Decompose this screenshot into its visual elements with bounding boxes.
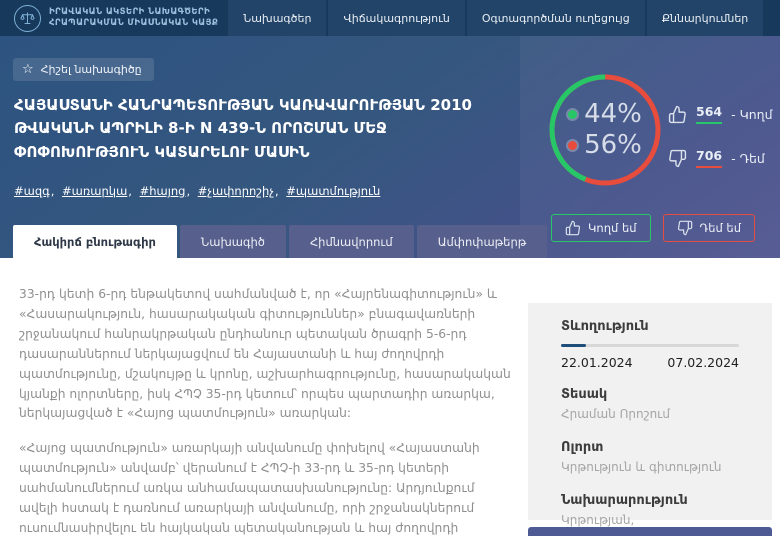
percent-against-row: 56% bbox=[568, 131, 642, 160]
draft-tabs: Հակիրճ բնութագիր Նախագիծ Հիմնավորում Ամփ… bbox=[13, 225, 547, 258]
thumbs-up-icon bbox=[668, 105, 687, 124]
votes-against-row: 706 - Դեմ bbox=[668, 148, 773, 168]
nav-item-user-guide[interactable]: Օգտագործման ուղեցույց bbox=[467, 0, 645, 36]
thumbs-down-icon bbox=[668, 149, 687, 168]
duration-progress-fill bbox=[561, 344, 586, 347]
vote-against-button-label: Դեմ եմ bbox=[700, 221, 741, 235]
start-date: 22.01.2024 bbox=[561, 355, 633, 370]
remember-draft-button[interactable]: ☆ Հիշել նախագիծը bbox=[13, 58, 154, 81]
percent-against-value: 56% bbox=[584, 131, 642, 160]
site-logo[interactable]: ԻՐԱՎԱԿԱՆ ԱԿՏԵՐԻ ՆԱԽԱԳԾԵՐԻ ՀՐԱՊԱՐԱԿՄԱՆ ՄԻ… bbox=[14, 5, 218, 32]
tab-draft[interactable]: Նախագիծ bbox=[180, 225, 286, 258]
vote-against-button[interactable]: Դեմ եմ bbox=[663, 214, 755, 242]
tab-summary[interactable]: Հակիրճ բնութագիր bbox=[13, 225, 177, 258]
star-icon: ☆ bbox=[22, 63, 34, 76]
draft-summary-text: 33-րդ կետի 6-րդ ենթակետով սահմանված է, ո… bbox=[19, 285, 511, 536]
end-date: 07.02.2024 bbox=[667, 355, 739, 370]
draft-hero-section: ☆ Հիշել նախագիծը ՀԱՅԱՍՏԱՆԻ ՀԱՆՐԱՊԵՏՈՒԹՅԱ… bbox=[0, 36, 780, 258]
tab-summary-sheet[interactable]: Ամփոփաթերթ bbox=[417, 225, 548, 258]
vote-for-button-label: Կողմ եմ bbox=[588, 221, 637, 235]
summary-paragraph: «Հայոց պատմություն» առարկայի անվանումը փ… bbox=[19, 439, 511, 536]
vote-buttons: Կողմ եմ Դեմ եմ bbox=[551, 214, 755, 242]
site-name: ԻՐԱՎԱԿԱՆ ԱԿՏԵՐԻ ՆԱԽԱԳԾԵՐԻ ՀՐԱՊԱՐԱԿՄԱՆ ՄԻ… bbox=[49, 7, 218, 30]
draft-title: ՀԱՅԱՍՏԱՆԻ ՀԱՆՐԱՊԵՏՈՒԹՅԱՆ ԿԱՌԱՎԱՐՈՒԹՅԱՆ 2… bbox=[14, 94, 519, 164]
hashtag-list: #ազգ, #առարկա, #հայոց, #չափորոշիչ, #պատմ… bbox=[14, 184, 380, 198]
votes-for-row: 564 - Կողմ bbox=[668, 104, 773, 124]
votes-against-count: 706 bbox=[696, 148, 722, 168]
duration-label: Տևողություն bbox=[561, 319, 739, 334]
tab-justification[interactable]: Հիմնավորում bbox=[289, 225, 414, 258]
thumbs-down-icon bbox=[677, 220, 693, 236]
top-header: ԻՐԱՎԱԿԱՆ ԱԿՏԵՐԻ ՆԱԽԱԳԾԵՐԻ ՀՐԱՊԱՐԱԿՄԱՆ ՄԻ… bbox=[0, 0, 780, 36]
type-section: Տեսակ Հրաման Որոշում bbox=[561, 387, 739, 423]
hashtag-link[interactable]: #առարկա bbox=[62, 184, 127, 198]
green-dot-icon bbox=[568, 110, 577, 119]
sector-label: Ոլորտ bbox=[561, 440, 739, 455]
votes-for-count: 564 bbox=[696, 104, 722, 124]
hashtag-link[interactable]: #ազգ bbox=[14, 184, 50, 198]
summary-paragraph: 33-րդ կետի 6-րդ ենթակետով սահմանված է, ո… bbox=[19, 285, 511, 424]
sector-section: Ոլորտ Կրթություն և գիտություն bbox=[561, 440, 739, 476]
type-value: Հրաման Որոշում bbox=[561, 406, 739, 423]
sector-value: Կրթություն և գիտություն bbox=[561, 459, 739, 476]
red-dot-icon bbox=[568, 141, 577, 150]
votes-for-label: - Կողմ bbox=[731, 107, 772, 122]
nav-item-drafts[interactable]: Նախագծեր bbox=[228, 0, 326, 36]
hashtag-link[interactable]: #չափորոշիչ bbox=[198, 184, 274, 198]
vote-counts: 564 - Կողմ 706 - Դեմ bbox=[668, 104, 773, 168]
votes-against-label: - Դեմ bbox=[731, 151, 765, 166]
percent-for-value: 44% bbox=[584, 100, 642, 129]
nav-item-statistics[interactable]: Վիճակագրություն bbox=[328, 0, 464, 36]
vote-donut-chart: 44% 56% bbox=[549, 74, 661, 186]
draft-info-card: Տևողություն 22.01.2024 07.02.2024 Տեսակ … bbox=[528, 303, 772, 520]
thumbs-up-icon bbox=[565, 220, 581, 236]
duration-progress-bar bbox=[561, 344, 739, 347]
scales-of-justice-icon bbox=[14, 5, 41, 32]
main-content: 33-րդ կետի 6-րդ ենթակետով սահմանված է, ո… bbox=[0, 258, 780, 536]
vote-for-button[interactable]: Կողմ եմ bbox=[551, 214, 651, 242]
main-nav: Նախագծեր Վիճակագրություն Օգտագործման ուղ… bbox=[228, 0, 763, 36]
percent-for-row: 44% bbox=[568, 100, 642, 129]
remember-draft-label: Հիշել նախագիծը bbox=[41, 63, 142, 76]
hashtag-link[interactable]: #պատմություն bbox=[286, 184, 380, 198]
hashtag-link[interactable]: #հայոց bbox=[140, 184, 186, 198]
nav-item-discussions[interactable]: Քննարկումներ bbox=[647, 0, 764, 36]
duration-dates: 22.01.2024 07.02.2024 bbox=[561, 355, 739, 370]
sidebar-action-button-partial[interactable] bbox=[528, 527, 772, 536]
language-switcher: РУС ENG Մուտք bbox=[773, 11, 780, 25]
ministry-label: Նախարարություն bbox=[561, 493, 739, 508]
type-label: Տեսակ bbox=[561, 387, 739, 402]
